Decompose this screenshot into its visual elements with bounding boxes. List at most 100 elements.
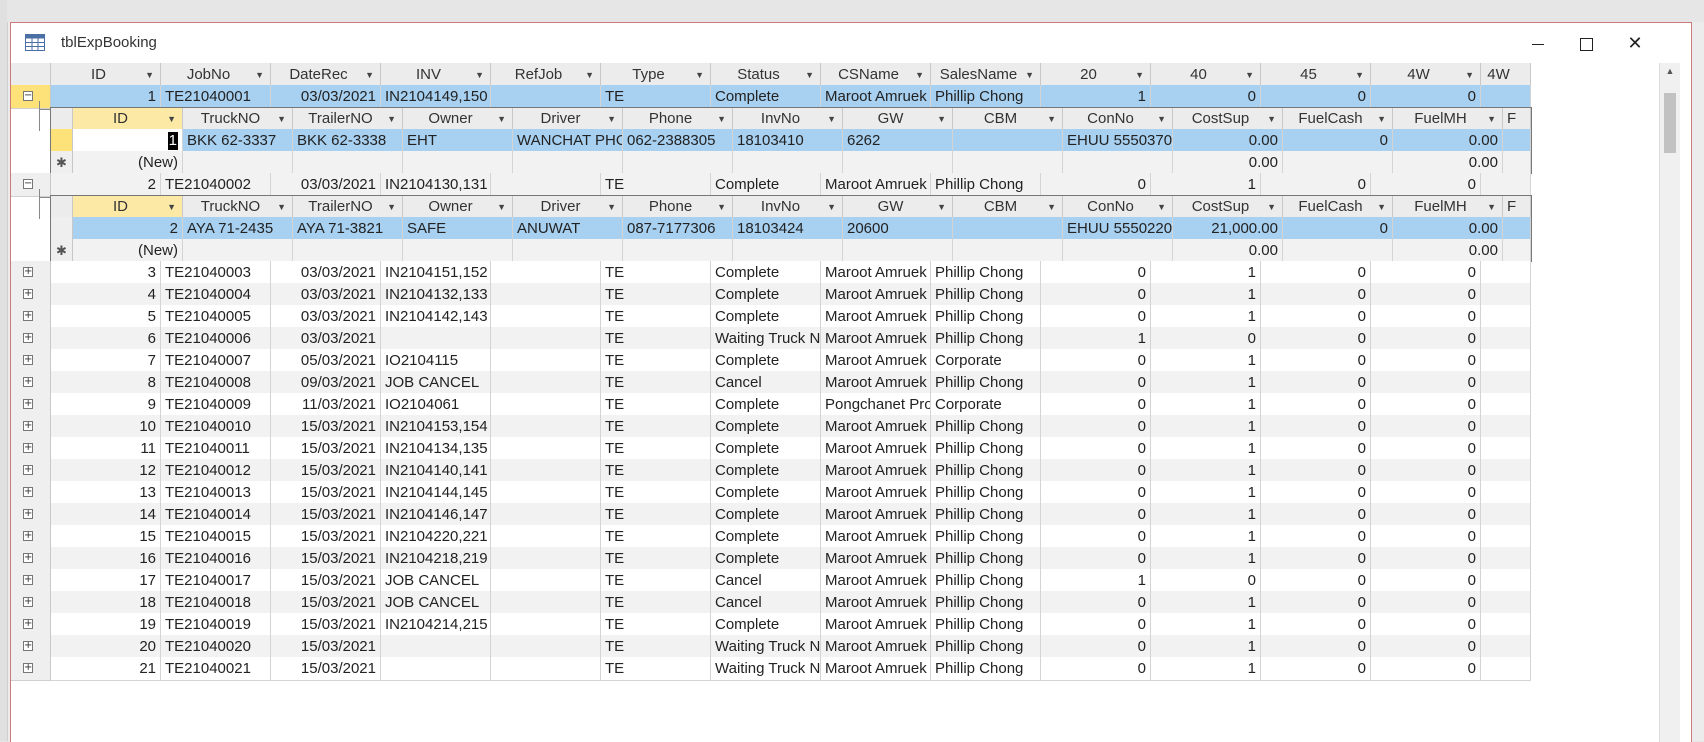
collapse-icon[interactable]: −: [23, 91, 33, 101]
cell-ref[interactable]: [491, 635, 601, 659]
cell-date[interactable]: 03/03/2021: [271, 173, 381, 197]
cell-type[interactable]: TE: [601, 437, 711, 461]
column-header[interactable]: 40 ▼: [1151, 63, 1261, 87]
cell-c4w[interactable]: 0: [1371, 657, 1481, 681]
expand-icon[interactable]: +: [23, 465, 33, 475]
cell-4w-2[interactable]: [1481, 481, 1531, 505]
cell-c4w[interactable]: 0: [1371, 525, 1481, 549]
cell-sales[interactable]: Phillip Chong: [931, 525, 1041, 549]
cell-c45[interactable]: 0: [1261, 261, 1371, 285]
table-row[interactable]: +15 TE21040015 15/03/2021 IN2104220,221 TE Co…: [11, 525, 1541, 549]
cell-c40[interactable]: 1: [1151, 393, 1261, 417]
cell-type[interactable]: TE: [601, 393, 711, 417]
table-row[interactable]: +13 TE21040013 15/03/2021 IN2104144,145 TE Co…: [11, 481, 1541, 505]
cell-sales[interactable]: Phillip Chong: [931, 415, 1041, 439]
cell-4w-2[interactable]: [1481, 85, 1531, 109]
cell-type[interactable]: TE: [601, 261, 711, 285]
column-header[interactable]: 4W ▼: [1371, 63, 1481, 87]
table-row[interactable]: +6 TE21040006 03/03/2021 TE Waiting Truck NM…: [11, 327, 1541, 351]
dropdown-arrow-icon[interactable]: ▼: [805, 63, 814, 86]
cell-status[interactable]: Complete: [711, 393, 821, 417]
cell-cs[interactable]: Maroot Amruek: [821, 503, 931, 527]
cell-type[interactable]: TE: [601, 657, 711, 681]
expand-icon[interactable]: +: [23, 619, 33, 629]
cell-id[interactable]: 20: [51, 635, 161, 659]
cell-id[interactable]: 3: [51, 261, 161, 285]
record-selector[interactable]: +: [11, 591, 51, 615]
cell-inv[interactable]: IN2104144,145: [381, 481, 491, 505]
cell-job[interactable]: TE21040017: [161, 569, 271, 593]
record-selector[interactable]: +: [11, 437, 51, 461]
cell-c20[interactable]: 0: [1041, 481, 1151, 505]
cell-id[interactable]: 2: [51, 173, 161, 197]
cell-c4w[interactable]: 0: [1371, 393, 1481, 417]
table-row[interactable]: +7 TE21040007 05/03/2021 IO2104115 TE Complet…: [11, 349, 1541, 373]
record-selector[interactable]: +: [11, 349, 51, 373]
dropdown-arrow-icon[interactable]: ▼: [1465, 63, 1474, 86]
cell-4w-2[interactable]: [1481, 283, 1531, 307]
cell-status[interactable]: Complete: [711, 613, 821, 637]
dropdown-arrow-icon[interactable]: ▼: [1245, 63, 1254, 86]
dropdown-arrow-icon[interactable]: ▼: [365, 63, 374, 86]
cell-c40[interactable]: 1: [1151, 591, 1261, 615]
cell-ref[interactable]: [491, 547, 601, 571]
cell-type[interactable]: TE: [601, 283, 711, 307]
expand-icon[interactable]: +: [23, 267, 33, 277]
cell-date[interactable]: 03/03/2021: [271, 305, 381, 329]
cell-id[interactable]: 18: [51, 591, 161, 615]
cell-type[interactable]: TE: [601, 569, 711, 593]
cell-cs[interactable]: Maroot Amruek: [821, 261, 931, 285]
column-header[interactable]: SalesName ▼: [931, 63, 1041, 87]
cell-sales[interactable]: Phillip Chong: [931, 437, 1041, 461]
cell-c20[interactable]: 0: [1041, 371, 1151, 395]
table-row[interactable]: +12 TE21040012 15/03/2021 IN2104140,141 TE Co…: [11, 459, 1541, 483]
cell-id[interactable]: 16: [51, 547, 161, 571]
cell-4w-2[interactable]: [1481, 327, 1531, 351]
cell-sales[interactable]: Phillip Chong: [931, 657, 1041, 681]
cell-c4w[interactable]: 0: [1371, 283, 1481, 307]
cell-ref[interactable]: [491, 305, 601, 329]
cell-status[interactable]: Complete: [711, 283, 821, 307]
cell-status[interactable]: Waiting Truck N: [711, 327, 821, 351]
cell-sales[interactable]: Phillip Chong: [931, 459, 1041, 483]
cell-ref[interactable]: [491, 371, 601, 395]
column-header[interactable]: INV ▼: [381, 63, 491, 87]
record-selector[interactable]: +: [11, 261, 51, 285]
cell-id[interactable]: 17: [51, 569, 161, 593]
cell-c45[interactable]: 0: [1261, 525, 1371, 549]
column-header[interactable]: RefJob ▼: [491, 63, 601, 87]
cell-date[interactable]: 15/03/2021: [271, 481, 381, 505]
cell-cs[interactable]: Maroot Amruek: [821, 591, 931, 615]
table-row[interactable]: +19 TE21040019 15/03/2021 IN2104214,215 TE Co…: [11, 613, 1541, 637]
cell-c20[interactable]: 0: [1041, 635, 1151, 659]
cell-c20[interactable]: 0: [1041, 173, 1151, 197]
cell-status[interactable]: Waiting Truck N: [711, 657, 821, 681]
cell-inv[interactable]: IO2104115: [381, 349, 491, 373]
cell-id[interactable]: 14: [51, 503, 161, 527]
cell-id[interactable]: 8: [51, 371, 161, 395]
cell-inv[interactable]: IN2104220,221: [381, 525, 491, 549]
cell-status[interactable]: Cancel: [711, 591, 821, 615]
cell-sales[interactable]: Corporate: [931, 393, 1041, 417]
expand-icon[interactable]: +: [23, 553, 33, 563]
record-selector[interactable]: −: [11, 173, 51, 197]
cell-type[interactable]: TE: [601, 85, 711, 109]
cell-4w-2[interactable]: [1481, 371, 1531, 395]
cell-date[interactable]: 15/03/2021: [271, 547, 381, 571]
cell-c40[interactable]: 1: [1151, 349, 1261, 373]
expand-icon[interactable]: +: [23, 509, 33, 519]
cell-inv[interactable]: JOB CANCEL: [381, 591, 491, 615]
expand-icon[interactable]: +: [23, 575, 33, 585]
cell-cs[interactable]: Maroot Amruek: [821, 547, 931, 571]
cell-date[interactable]: 03/03/2021: [271, 327, 381, 351]
cell-c45[interactable]: 0: [1261, 459, 1371, 483]
cell-type[interactable]: TE: [601, 173, 711, 197]
cell-cs[interactable]: Maroot Amruek: [821, 283, 931, 307]
record-selector[interactable]: +: [11, 503, 51, 527]
cell-job[interactable]: TE21040008: [161, 371, 271, 395]
cell-4w-2[interactable]: [1481, 503, 1531, 527]
collapse-icon[interactable]: −: [23, 179, 33, 189]
cell-c45[interactable]: 0: [1261, 481, 1371, 505]
cell-c45[interactable]: 0: [1261, 613, 1371, 637]
cell-ref[interactable]: [491, 481, 601, 505]
